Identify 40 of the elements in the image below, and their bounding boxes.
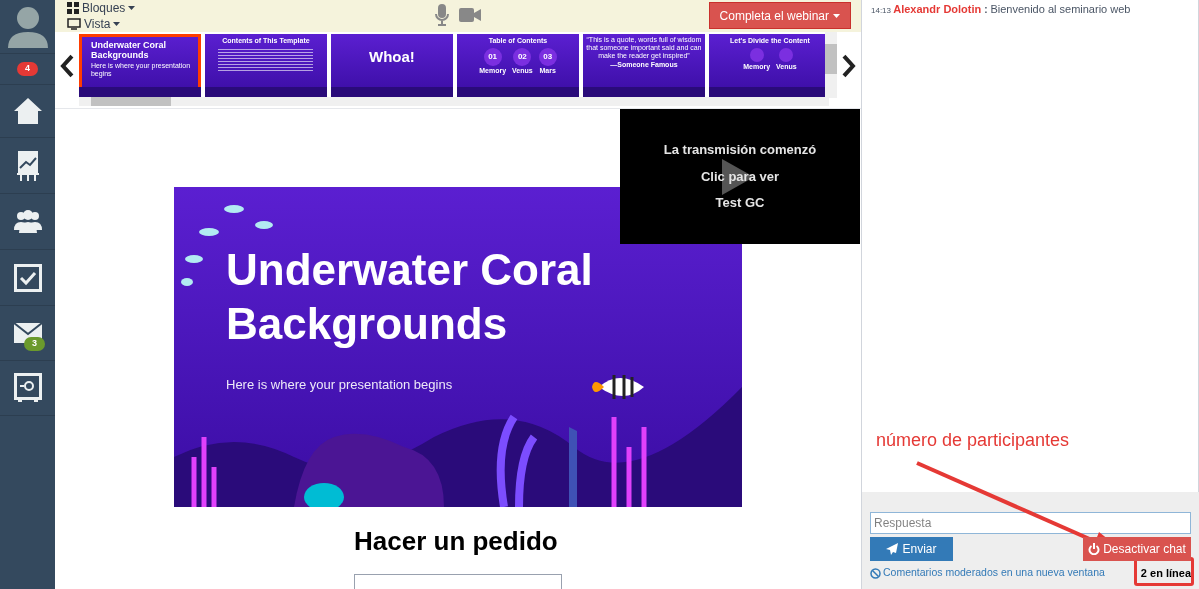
blocks-menu[interactable]: Bloques <box>67 0 136 16</box>
microphone-icon[interactable] <box>435 4 449 26</box>
count-badge: 4 <box>17 62 38 76</box>
prohibited-icon <box>870 567 881 579</box>
caret-icon <box>113 22 121 26</box>
checkbox-icon[interactable] <box>13 263 42 292</box>
thumbnail-title: Whoa! <box>369 47 415 67</box>
reply-input-field[interactable]: Respuesta <box>870 512 1191 534</box>
order-heading: Hacer un pedido <box>354 525 558 558</box>
disable-chat-button[interactable]: Desactivar chat <box>1083 537 1191 561</box>
send-button[interactable]: Enviar <box>870 537 953 561</box>
caret-icon <box>833 13 840 18</box>
slide-title: Underwater Coral Backgrounds <box>226 244 594 350</box>
house-icon[interactable] <box>12 97 43 125</box>
stream-message[interactable]: La transmisión comenzó <box>663 140 817 160</box>
grid-icon <box>67 2 79 14</box>
slide-subtitle: Here is where your presentation begins <box>226 376 453 394</box>
monitor-icon <box>67 18 81 30</box>
order-input-field[interactable] <box>354 574 562 589</box>
annotation-label: número de participantes <box>876 429 1070 452</box>
horizontal-scrollbar[interactable] <box>78 97 829 106</box>
video-camera-icon[interactable] <box>459 7 481 23</box>
people-icon[interactable] <box>12 209 43 234</box>
chart-board-icon[interactable] <box>15 149 40 182</box>
power-icon <box>1088 543 1101 555</box>
thumbnail-title: Underwater Coral Backgrounds <box>90 40 167 60</box>
safe-icon[interactable] <box>13 373 42 403</box>
paper-plane-icon <box>886 543 899 555</box>
finish-webinar-button[interactable]: Completa el webinar <box>708 2 851 29</box>
highlight-frame <box>1134 557 1194 586</box>
vertical-scrollbar[interactable] <box>825 32 838 98</box>
caret-icon <box>128 6 136 10</box>
stream-message[interactable]: Test GC <box>715 193 765 213</box>
user-silhouette-icon[interactable] <box>7 5 48 48</box>
slide-thumbnail[interactable]: Whoa! <box>330 34 453 97</box>
online-count: 2 en línea <box>1140 566 1191 581</box>
count-badge: 3 <box>24 337 45 351</box>
moderated-comments-link[interactable]: Comentarios moderados en una nueva ventana <box>870 565 1105 582</box>
view-menu[interactable]: Vista <box>67 16 136 32</box>
chat-message: 14:13 Alexandr Dolotin : Bienvenido al seminario web <box>871 2 1132 17</box>
